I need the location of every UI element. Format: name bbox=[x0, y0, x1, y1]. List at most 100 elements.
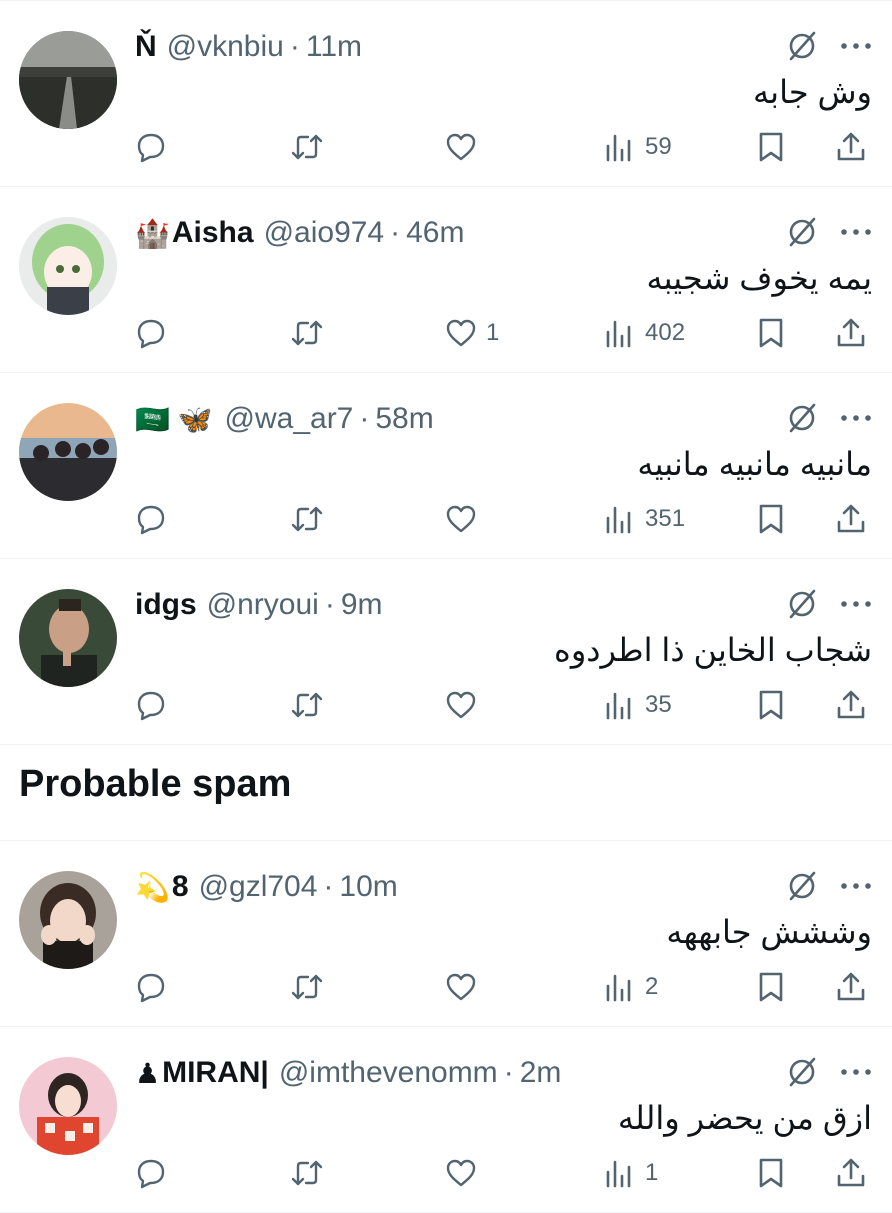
tweet-actions: 2 bbox=[0, 965, 892, 1009]
share-button[interactable] bbox=[834, 683, 868, 727]
share-button[interactable] bbox=[834, 965, 868, 1009]
display-name[interactable]: Aisha bbox=[172, 216, 254, 250]
bookmark-button[interactable] bbox=[754, 125, 788, 169]
reply-button[interactable] bbox=[134, 497, 168, 541]
display-name[interactable]: MIRAN| bbox=[162, 1056, 269, 1090]
grok-icon[interactable] bbox=[785, 29, 819, 63]
like-button[interactable] bbox=[444, 965, 486, 1009]
timestamp[interactable]: 10m bbox=[339, 870, 397, 904]
like-button[interactable] bbox=[444, 497, 486, 541]
tweet[interactable]: 🏰 Aisha @aio974 · 46m يمه يخوف شجيبه 1 4… bbox=[0, 187, 892, 372]
reply-icon bbox=[137, 319, 165, 349]
tweet-header: 🇸🇦 🦋 @wa_ar7 · 58m bbox=[135, 397, 434, 441]
views-button[interactable]: 35 bbox=[603, 683, 672, 727]
username[interactable]: @wa_ar7 bbox=[225, 402, 354, 436]
timestamp[interactable]: 58m bbox=[375, 402, 433, 436]
name-emoji: 🇸🇦 🦋 bbox=[135, 403, 213, 435]
like-button[interactable]: 1 bbox=[444, 311, 499, 355]
retweet-button[interactable] bbox=[290, 965, 324, 1009]
share-button[interactable] bbox=[834, 497, 868, 541]
display-name[interactable]: idgs bbox=[135, 588, 197, 622]
tweet-text: يمه يخوف شجيبه bbox=[646, 260, 872, 296]
views-button[interactable]: 1 bbox=[603, 1151, 658, 1195]
reply-button[interactable] bbox=[134, 1151, 168, 1195]
view-count: 35 bbox=[645, 691, 672, 718]
share-button[interactable] bbox=[834, 125, 868, 169]
grok-icon[interactable] bbox=[785, 587, 819, 621]
name-emoji: 💫 bbox=[135, 871, 170, 903]
retweet-button[interactable] bbox=[290, 683, 324, 727]
retweet-button[interactable] bbox=[290, 125, 324, 169]
retweet-button[interactable] bbox=[290, 1151, 324, 1195]
views-button[interactable]: 59 bbox=[603, 125, 672, 169]
views-icon bbox=[606, 320, 631, 348]
more-icon[interactable] bbox=[836, 587, 876, 621]
tweet[interactable]: idgs @nryoui · 9m شجاب الخاين ذا اطردوه bbox=[0, 559, 892, 744]
tweet[interactable]: 💫 8 @gzl704 · 10m وششش جابههه 2 bbox=[0, 841, 892, 1026]
bookmark-button[interactable] bbox=[754, 497, 788, 541]
username[interactable]: @gzl704 bbox=[199, 870, 318, 904]
section-header: Probable spam bbox=[0, 745, 892, 840]
avatar[interactable] bbox=[19, 589, 117, 687]
retweet-button[interactable] bbox=[290, 497, 324, 541]
like-button[interactable] bbox=[444, 683, 486, 727]
bookmark-button[interactable] bbox=[754, 965, 788, 1009]
display-name[interactable]: Ň bbox=[135, 30, 157, 64]
timestamp[interactable]: 46m bbox=[406, 216, 464, 250]
bookmark-button[interactable] bbox=[754, 1151, 788, 1195]
share-icon bbox=[837, 132, 865, 161]
avatar[interactable] bbox=[19, 31, 117, 129]
share-button[interactable] bbox=[834, 1151, 868, 1195]
username[interactable]: @nryoui bbox=[207, 588, 319, 622]
share-icon bbox=[837, 504, 865, 533]
tweet[interactable]: Ň @vknbiu · 11m وش جابه 59 bbox=[0, 1, 892, 186]
avatar[interactable] bbox=[19, 871, 117, 969]
views-button[interactable]: 2 bbox=[603, 965, 658, 1009]
like-count: 1 bbox=[486, 319, 500, 346]
avatar[interactable] bbox=[19, 1057, 117, 1155]
reply-button[interactable] bbox=[134, 311, 168, 355]
view-count: 402 bbox=[645, 319, 686, 346]
more-icon[interactable] bbox=[836, 869, 876, 903]
timestamp[interactable]: 2m bbox=[520, 1056, 562, 1090]
more-icon[interactable] bbox=[836, 401, 876, 435]
username[interactable]: @imthevenomm bbox=[279, 1056, 498, 1090]
share-icon bbox=[837, 318, 865, 347]
like-button[interactable] bbox=[444, 1151, 486, 1195]
grok-icon[interactable] bbox=[785, 1055, 819, 1089]
retweet-button[interactable] bbox=[290, 311, 324, 355]
username[interactable]: @vknbiu bbox=[167, 30, 284, 64]
retweet-icon bbox=[291, 134, 323, 160]
tweet-text: شجاب الخاين ذا اطردوه bbox=[554, 632, 872, 668]
views-button[interactable]: 351 bbox=[603, 497, 685, 541]
tweet[interactable]: 🇸🇦 🦋 @wa_ar7 · 58m مانبيه مانبيه مانبيه bbox=[0, 373, 892, 558]
like-icon bbox=[446, 973, 476, 1001]
grok-icon[interactable] bbox=[785, 401, 819, 435]
reply-icon bbox=[137, 1159, 165, 1189]
share-icon bbox=[837, 972, 865, 1001]
separator-dot: · bbox=[359, 402, 370, 435]
grok-icon[interactable] bbox=[785, 869, 819, 903]
reply-button[interactable] bbox=[134, 965, 168, 1009]
like-button[interactable] bbox=[444, 125, 486, 169]
display-name[interactable]: 8 bbox=[172, 870, 189, 904]
username[interactable]: @aio974 bbox=[264, 216, 385, 250]
share-button[interactable] bbox=[834, 311, 868, 355]
reply-button[interactable] bbox=[134, 125, 168, 169]
retweet-icon bbox=[291, 974, 323, 1000]
bookmark-button[interactable] bbox=[754, 683, 788, 727]
bookmark-button[interactable] bbox=[754, 311, 788, 355]
more-icon[interactable] bbox=[836, 1055, 876, 1089]
timestamp[interactable]: 11m bbox=[306, 30, 362, 64]
reply-button[interactable] bbox=[134, 683, 168, 727]
more-icon[interactable] bbox=[836, 215, 876, 249]
avatar[interactable] bbox=[19, 403, 117, 501]
tweet-actions: 1 bbox=[0, 1151, 892, 1195]
more-icon[interactable] bbox=[836, 29, 876, 63]
views-icon bbox=[606, 134, 631, 162]
grok-icon[interactable] bbox=[785, 215, 819, 249]
views-button[interactable]: 402 bbox=[603, 311, 685, 355]
avatar[interactable] bbox=[19, 217, 117, 315]
tweet[interactable]: ♟ MIRAN| @imthevenomm · 2m ازق من يحضر و… bbox=[0, 1027, 892, 1212]
timestamp[interactable]: 9m bbox=[341, 588, 383, 622]
